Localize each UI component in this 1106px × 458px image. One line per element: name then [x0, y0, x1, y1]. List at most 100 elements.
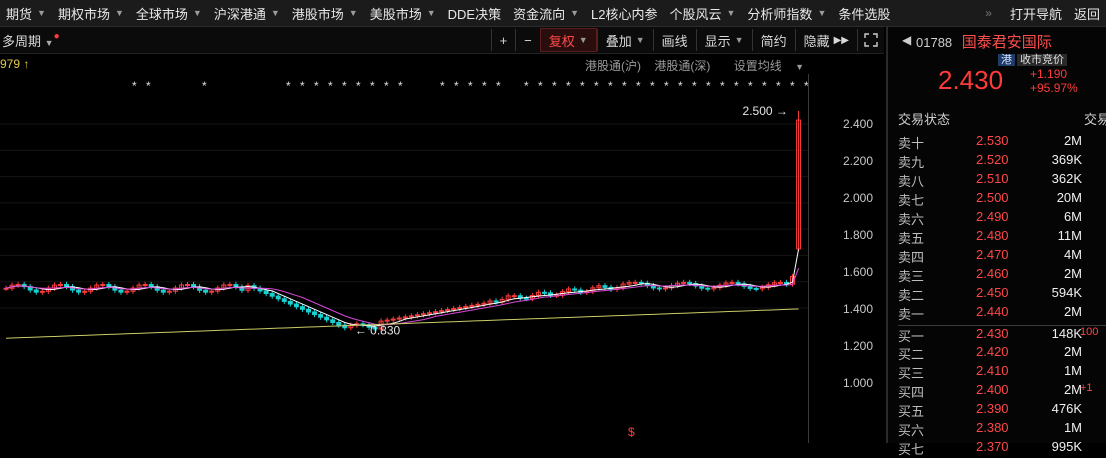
overlay-button[interactable]: 叠加 ▼	[596, 29, 653, 51]
ask-row[interactable]: 卖八 2.510 362K	[898, 171, 1106, 190]
bid-row[interactable]: 买六 2.380 1M	[898, 420, 1106, 439]
hide-button[interactable]: 隐藏 ▶▶	[794, 29, 857, 51]
y-tick: 1.000	[843, 376, 874, 390]
menu-stock-news[interactable]: 个股风云 ▼	[663, 0, 741, 26]
chevron-down-icon: ▼	[726, 8, 736, 18]
event-marker: *	[706, 79, 711, 93]
level-volume: 362K	[1051, 171, 1082, 186]
menu-l2[interactable]: L2核心内参	[585, 0, 663, 26]
menu-global[interactable]: 全球市场 ▼	[130, 0, 208, 26]
draw-line-button[interactable]: 画线	[652, 29, 696, 51]
zoom-in-button[interactable]: +	[490, 29, 516, 51]
menu-options[interactable]: 期权市场 ▼	[52, 0, 130, 26]
simple-mode-button[interactable]: 简约	[751, 29, 795, 51]
level-volume: 594K	[1051, 285, 1082, 300]
link-sh-connect[interactable]: 港股通(沪)	[585, 59, 641, 73]
ask-row[interactable]: 卖九 2.520 369K	[898, 152, 1106, 171]
bid-row[interactable]: 买七 2.370 995K	[898, 439, 1106, 458]
menu-label: 分析师指数	[747, 6, 813, 22]
bid-row[interactable]: 买五 2.390 476K	[898, 401, 1106, 420]
ask-row[interactable]: 卖十 2.530 2M	[898, 133, 1106, 152]
candle-body	[312, 311, 318, 316]
candle-body	[269, 293, 275, 297]
event-marker: *	[468, 79, 473, 93]
menu-label: 条件选股	[838, 6, 891, 22]
candle-body	[33, 289, 39, 293]
candle-body	[191, 284, 197, 288]
event-marker: *	[132, 79, 137, 93]
candle-body	[306, 308, 311, 313]
event-marker: *	[608, 79, 613, 93]
event-marker: *	[146, 79, 151, 93]
candle-body	[76, 289, 82, 293]
menu-futures[interactable]: 期货 ▼	[0, 0, 52, 26]
bid-row[interactable]: 买一 2.430 148K 100	[898, 325, 1106, 345]
candle-body	[523, 297, 529, 300]
event-marker: *	[552, 79, 557, 93]
last-price: 2.430	[938, 65, 1004, 95]
ask-row[interactable]: 卖三 2.460 2M	[898, 266, 1106, 285]
event-marker: *	[314, 79, 319, 93]
level-price: 2.510	[976, 171, 1009, 186]
more-menu-icon[interactable]: »	[973, 6, 1004, 20]
event-marker: *	[692, 79, 697, 93]
candle-body	[511, 295, 517, 298]
menu-screener[interactable]: 条件选股	[832, 0, 896, 26]
chevron-down-icon: ▼	[578, 35, 588, 45]
ask-row[interactable]: 卖七 2.500 20M	[898, 190, 1106, 209]
level-price: 2.440	[976, 304, 1009, 319]
ask-row[interactable]: 卖一 2.440 2M	[898, 304, 1106, 323]
candle-body	[572, 288, 578, 291]
menu-connect[interactable]: 沪深港通 ▼	[208, 0, 286, 26]
top-menu-bar: 期货 ▼ 期权市场 ▼ 全球市场 ▼ 沪深港通 ▼ 港股市场 ▼ 美股市场 ▼ DDE决策 …	[0, 0, 1106, 27]
ask-row[interactable]: 卖六 2.490 6M	[898, 209, 1106, 228]
level-price: 2.420	[976, 344, 1009, 359]
chevron-down-icon: ▼	[426, 8, 436, 18]
fuquan-button[interactable]: 复权 ▼	[539, 28, 597, 52]
chevron-down-icon: ▼	[37, 8, 46, 18]
candlestick-chart[interactable]: * * * * * * * * * * * * * * * * * * * * * * * * * * * * * * * * * * * * * *2.…	[0, 74, 884, 443]
set-ma-button[interactable]: 设置均线 ▼	[724, 59, 804, 73]
caret-left-icon[interactable]: ◀	[902, 33, 911, 47]
zoom-out-button[interactable]: −	[515, 29, 540, 51]
ask-row[interactable]: 卖四 2.470 4M	[898, 247, 1106, 266]
level-label: 买七	[898, 442, 925, 457]
event-marker: *	[720, 79, 725, 93]
candle-body	[118, 289, 124, 293]
ask-row[interactable]: 卖二 2.450 594K	[898, 285, 1106, 304]
ma-value-text: 979	[0, 57, 21, 71]
level-extra: +1	[1080, 382, 1093, 394]
chevron-down-icon: ▼	[270, 8, 280, 18]
status-right: 交易	[1083, 112, 1106, 127]
ma60-line	[5, 308, 799, 339]
open-nav-button[interactable]: 打开导航	[1004, 0, 1068, 26]
chevron-down-icon: ▼	[192, 8, 202, 18]
menu-hk[interactable]: 港股市场 ▼	[286, 0, 364, 26]
fullscreen-icon[interactable]	[857, 29, 884, 51]
level-label: 卖二	[898, 288, 925, 303]
ask-row[interactable]: 卖五 2.480 11M	[898, 228, 1106, 247]
link-sz-connect[interactable]: 港股通(深)	[654, 59, 710, 73]
back-button[interactable]: 返回	[1068, 0, 1106, 26]
bid-row[interactable]: 买四 2.400 2M +1	[898, 382, 1106, 401]
candle-body	[687, 281, 693, 285]
menu-us[interactable]: 美股市场 ▼	[364, 0, 442, 26]
y-tick: 1.800	[843, 228, 874, 242]
menu-fund-flow[interactable]: 资金流向 ▼	[507, 0, 585, 26]
level-price: 2.410	[976, 363, 1009, 378]
candle-body	[82, 290, 88, 293]
candle-body	[142, 283, 148, 286]
period-selector[interactable]: 多周期 ▼●	[2, 31, 60, 50]
event-marker: *	[538, 79, 543, 93]
y-tick: 2.400	[843, 117, 874, 131]
display-button[interactable]: 显示 ▼	[695, 29, 752, 51]
level-volume: 369K	[1051, 152, 1082, 167]
event-marker: *	[342, 79, 347, 93]
level-extra: 100	[1080, 326, 1099, 338]
menu-dde[interactable]: DDE决策	[442, 0, 507, 26]
menu-analyst[interactable]: 分析师指数 ▼	[741, 0, 832, 26]
level-label: 买五	[898, 404, 925, 419]
bid-row[interactable]: 买二 2.420 2M	[898, 344, 1106, 363]
bid-row[interactable]: 买三 2.410 1M	[898, 363, 1106, 382]
stock-name: 国泰君安国际	[961, 34, 1052, 51]
